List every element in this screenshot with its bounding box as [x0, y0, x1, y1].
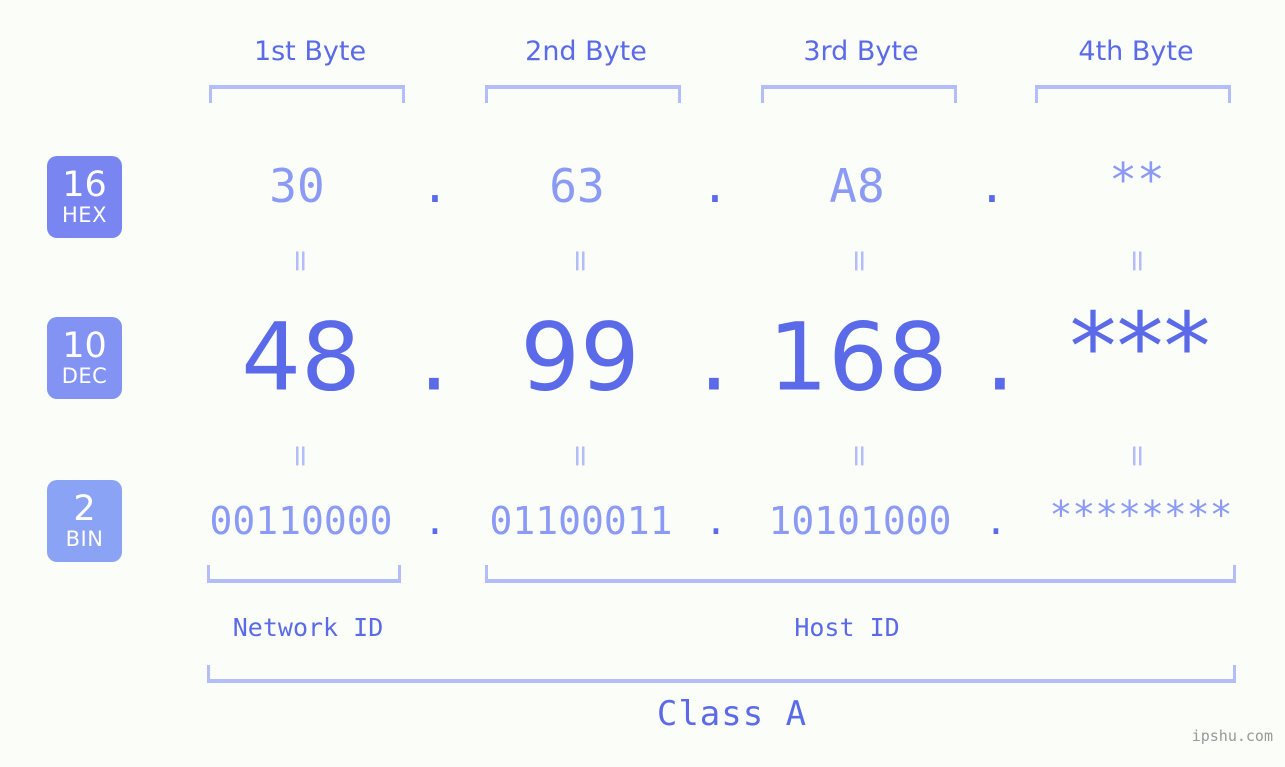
- bin-separator-3: .: [984, 499, 1008, 543]
- byte-bracket-2: [485, 85, 681, 103]
- base-badge-bin: 2 BIN: [47, 480, 122, 562]
- dec-byte-3: 168: [768, 303, 948, 413]
- hex-separator-2: .: [701, 159, 729, 213]
- equals-mark-2-1: =: [283, 443, 318, 469]
- base-badge-bin-number: 2: [73, 489, 96, 529]
- base-badge-hex-number: 16: [62, 165, 107, 205]
- equals-mark-1-2: =: [563, 248, 598, 274]
- equals-mark-1-3: =: [842, 248, 877, 274]
- dec-byte-1: 48: [241, 303, 361, 413]
- byte-bracket-3: [761, 85, 957, 103]
- class-bracket: [207, 665, 1236, 683]
- bin-byte-1: 00110000: [209, 499, 393, 543]
- dec-separator-3: .: [985, 303, 1015, 413]
- base-badge-bin-label: BIN: [65, 527, 104, 551]
- host-id-label: Host ID: [794, 613, 900, 642]
- base-badge-hex-label: HEX: [62, 203, 107, 227]
- bin-byte-2: 01100011: [489, 499, 673, 543]
- host-id-bracket: [485, 565, 1236, 583]
- equals-mark-2-2: =: [563, 443, 598, 469]
- class-label: Class A: [656, 694, 808, 734]
- dec-separator-2: .: [699, 303, 729, 413]
- byte-header-2: 2nd Byte: [525, 36, 647, 67]
- byte-header-3: 3rd Byte: [803, 36, 919, 67]
- base-badge-dec-label: DEC: [61, 364, 108, 388]
- hex-byte-2: 63: [549, 159, 605, 213]
- hex-separator-1: .: [421, 159, 449, 213]
- base-badge-dec: 10 DEC: [47, 317, 122, 399]
- byte-header-1: 1st Byte: [253, 36, 367, 67]
- equals-mark-2-3: =: [842, 443, 877, 469]
- bin-byte-4: ********: [1049, 493, 1233, 537]
- hex-separator-3: .: [978, 159, 1006, 213]
- hex-byte-3: A8: [829, 159, 885, 213]
- dec-byte-4: ***: [1069, 293, 1211, 403]
- network-id-label: Network ID: [232, 613, 384, 642]
- equals-mark-2-4: =: [1120, 443, 1155, 469]
- ip-address-breakdown-diagram: 1st Byte 2nd Byte 3rd Byte 4th Byte 16 H…: [0, 0, 1285, 767]
- byte-header-4: 4th Byte: [1078, 36, 1194, 67]
- equals-mark-1-1: =: [283, 248, 318, 274]
- byte-bracket-4: [1035, 85, 1231, 103]
- bin-byte-3: 10101000: [768, 499, 952, 543]
- network-id-bracket: [207, 565, 401, 583]
- site-watermark: ipshu.com: [1191, 727, 1273, 745]
- dec-byte-2: 99: [520, 303, 640, 413]
- base-badge-hex: 16 HEX: [47, 156, 122, 238]
- hex-byte-1: 30: [269, 159, 325, 213]
- hex-byte-4: **: [1109, 153, 1165, 207]
- dec-separator-1: .: [419, 303, 449, 413]
- byte-bracket-1: [209, 85, 405, 103]
- base-badge-dec-number: 10: [62, 326, 107, 366]
- bin-separator-2: .: [704, 499, 728, 543]
- bin-separator-1: .: [423, 499, 447, 543]
- equals-mark-1-4: =: [1120, 248, 1155, 274]
